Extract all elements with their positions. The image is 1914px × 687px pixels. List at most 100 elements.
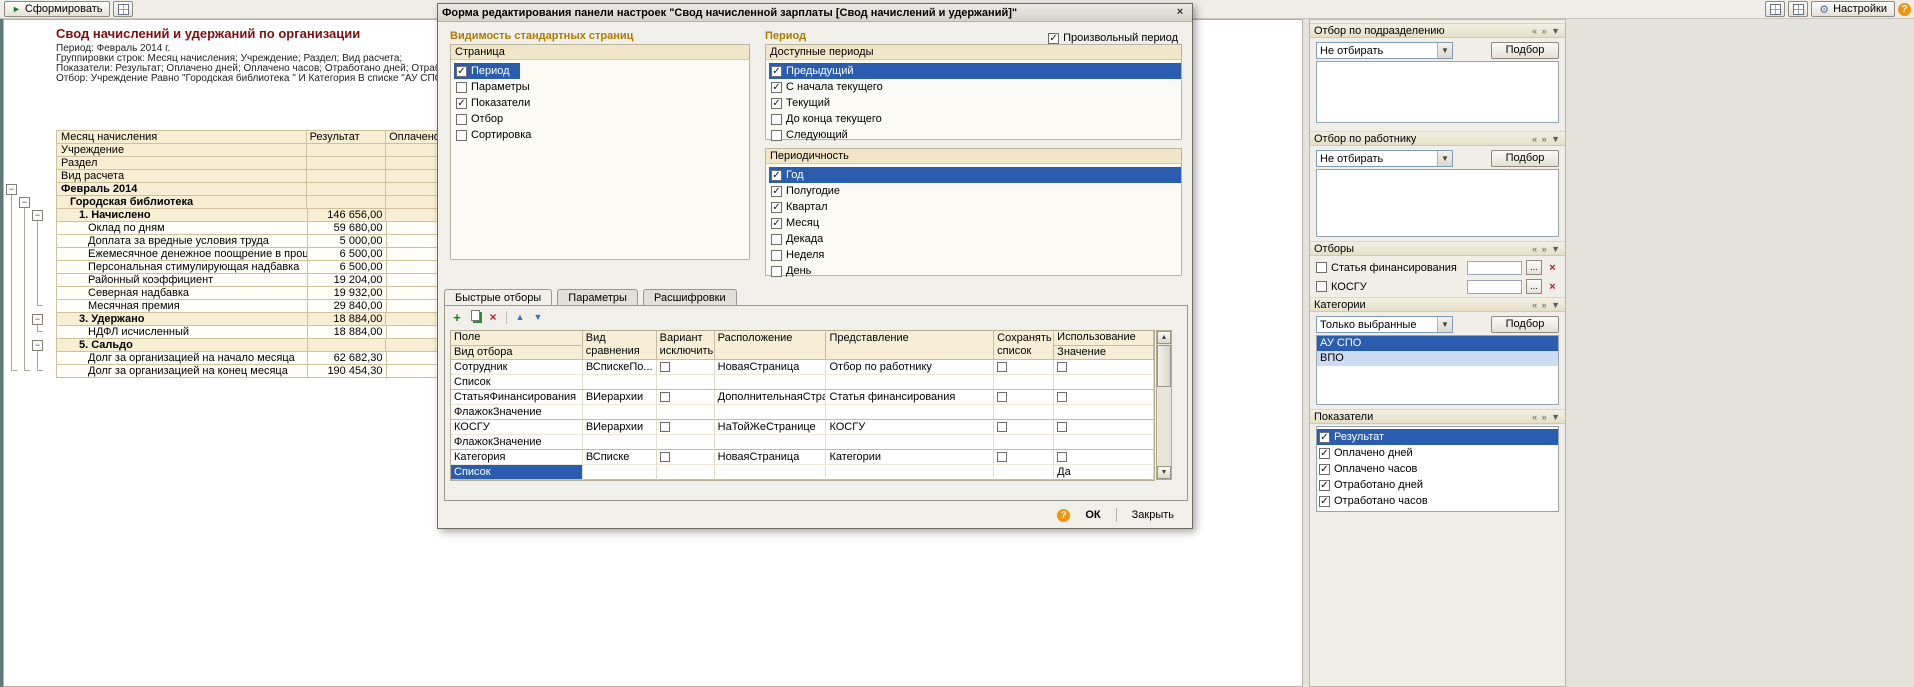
table-view-button[interactable] bbox=[1765, 1, 1785, 17]
checkbox[interactable] bbox=[1057, 422, 1067, 432]
categories-pick-button[interactable]: Подбор bbox=[1491, 316, 1559, 333]
collapse-toggle[interactable]: − bbox=[32, 210, 43, 221]
indicator-item-worked-days[interactable]: ✓ Отработано дней bbox=[1317, 477, 1558, 493]
grid-view-button[interactable] bbox=[1788, 1, 1808, 17]
checkbox[interactable] bbox=[660, 362, 670, 372]
tab-parameters[interactable]: Параметры bbox=[557, 289, 638, 306]
financing-article-field[interactable] bbox=[1467, 261, 1522, 275]
section-controls-icon[interactable]: « » ▼ bbox=[1532, 412, 1561, 422]
ellipsis-button[interactable]: ... bbox=[1526, 260, 1542, 275]
checkbox[interactable] bbox=[456, 114, 467, 125]
table-row[interactable]: Доплата за вредные условия труда 5 000,0… bbox=[57, 235, 439, 248]
table-row[interactable]: Долг за организацией на конец месяца 190… bbox=[57, 365, 439, 378]
page-item-parameters[interactable]: Параметры bbox=[454, 79, 749, 95]
collapse-toggle[interactable]: − bbox=[6, 184, 17, 195]
report-options-button[interactable] bbox=[113, 1, 133, 17]
table-row[interactable]: Ежемесячное денежное поощрение в процент… bbox=[57, 248, 439, 261]
checkbox[interactable] bbox=[660, 452, 670, 462]
checkbox[interactable] bbox=[1316, 281, 1327, 292]
collapse-toggle[interactable]: − bbox=[32, 340, 43, 351]
checkbox[interactable]: ✓ bbox=[1319, 480, 1330, 491]
checkbox[interactable] bbox=[1057, 392, 1067, 402]
filter-row[interactable]: СтатьяФинансирования ВИерархии Дополните… bbox=[451, 390, 1154, 405]
checkbox[interactable]: ✓ bbox=[456, 66, 467, 77]
checkbox[interactable]: ✓ bbox=[1048, 33, 1059, 44]
employee-pick-button[interactable]: Подбор bbox=[1491, 150, 1559, 167]
clear-icon[interactable]: × bbox=[1546, 262, 1559, 274]
checkbox[interactable] bbox=[771, 130, 782, 141]
filter-subrow[interactable]: Список bbox=[451, 375, 1154, 390]
periodicity-item-week[interactable]: Неделя bbox=[769, 247, 1181, 263]
indicator-item-worked-hours[interactable]: ✓ Отработано часов bbox=[1317, 493, 1558, 509]
periodicity-item-quarter[interactable]: ✓ Квартал bbox=[769, 199, 1181, 215]
period-item-next[interactable]: Следующий bbox=[769, 127, 1181, 143]
table-row[interactable]: 5. Сальдо bbox=[57, 339, 439, 352]
list-item[interactable]: ВПО bbox=[1317, 351, 1558, 366]
period-item-to-end[interactable]: До конца текущего bbox=[769, 111, 1181, 127]
checkbox[interactable]: ✓ bbox=[456, 98, 467, 109]
help-icon[interactable]: ? bbox=[1057, 509, 1070, 522]
section-controls-icon[interactable]: « » ▼ bbox=[1532, 26, 1561, 36]
checkbox[interactable]: ✓ bbox=[1319, 432, 1330, 443]
scroll-down-icon[interactable]: ▼ bbox=[1157, 466, 1171, 479]
periodicity-item-month[interactable]: ✓ Месяц bbox=[769, 215, 1181, 231]
table-row[interactable]: Персональная стимулирующая надбавка 6 50… bbox=[57, 261, 439, 274]
table-row[interactable]: Долг за организацией на начало месяца 62… bbox=[57, 352, 439, 365]
checkbox[interactable] bbox=[660, 392, 670, 402]
checkbox[interactable]: ✓ bbox=[771, 66, 782, 77]
generate-button[interactable]: ► Сформировать bbox=[4, 1, 110, 17]
tab-decodings[interactable]: Расшифровки bbox=[643, 289, 737, 306]
scrollbar[interactable]: ▲ ▼ bbox=[1156, 330, 1172, 480]
kosgu-field[interactable] bbox=[1467, 280, 1522, 294]
close-button[interactable]: Закрыть bbox=[1124, 508, 1182, 522]
periodicity-item-day[interactable]: День bbox=[769, 263, 1181, 279]
page-item-sorting[interactable]: Сортировка bbox=[454, 127, 749, 143]
checkbox[interactable] bbox=[997, 422, 1007, 432]
filter-subrow[interactable]: ФлажокЗначение bbox=[451, 435, 1154, 450]
page-item-filter[interactable]: Отбор bbox=[454, 111, 749, 127]
close-icon[interactable]: × bbox=[1172, 6, 1188, 20]
employee-filter-combo[interactable]: Не отбирать ▼ bbox=[1316, 150, 1453, 167]
filter-subrow[interactable]: ФлажокЗначение bbox=[451, 405, 1154, 420]
indicator-item-paid-hours[interactable]: ✓ Оплачено часов bbox=[1317, 461, 1558, 477]
period-item-previous[interactable]: ✓ Предыдущий bbox=[769, 63, 1181, 79]
table-row[interactable]: 1. Начислено 146 656,00 bbox=[57, 209, 439, 222]
section-header[interactable]: Отбор по работнику « » ▼ bbox=[1310, 131, 1565, 146]
department-pick-button[interactable]: Подбор bbox=[1491, 42, 1559, 59]
delete-icon[interactable]: × bbox=[485, 310, 501, 325]
dropdown-arrow-icon[interactable]: ▼ bbox=[1437, 317, 1452, 332]
periodicity-item-year[interactable]: ✓ Год bbox=[769, 167, 1181, 183]
checkbox[interactable]: ✓ bbox=[771, 186, 782, 197]
checkbox[interactable] bbox=[1057, 362, 1067, 372]
checkbox[interactable] bbox=[997, 362, 1007, 372]
checkbox[interactable]: ✓ bbox=[1319, 448, 1330, 459]
list-item[interactable]: АУ СПО bbox=[1317, 336, 1558, 351]
table-row[interactable]: Городская библиотека bbox=[57, 196, 439, 209]
table-row[interactable]: Северная надбавка 19 932,00 bbox=[57, 287, 439, 300]
checkbox[interactable] bbox=[771, 250, 782, 261]
categories-list[interactable]: АУ СПО ВПО bbox=[1316, 335, 1559, 405]
section-controls-icon[interactable]: « » ▼ bbox=[1532, 244, 1561, 254]
filter-row[interactable]: Категория ВСписке НоваяСтраница Категори… bbox=[451, 450, 1154, 465]
indicator-item-result[interactable]: ✓ Результат bbox=[1317, 429, 1558, 445]
section-header[interactable]: Показатели « » ▼ bbox=[1310, 409, 1565, 424]
ok-button[interactable]: ОК bbox=[1077, 508, 1108, 522]
page-item-period[interactable]: ✓ Период bbox=[454, 63, 520, 79]
department-list[interactable] bbox=[1316, 61, 1559, 123]
period-item-from-start[interactable]: ✓ С начала текущего bbox=[769, 79, 1181, 95]
checkbox[interactable] bbox=[456, 130, 467, 141]
checkbox[interactable]: ✓ bbox=[771, 98, 782, 109]
checkbox[interactable] bbox=[660, 422, 670, 432]
dialog-titlebar[interactable]: Форма редактирования панели настроек "Св… bbox=[438, 4, 1192, 22]
table-row[interactable]: Месячная премия 29 840,00 bbox=[57, 300, 439, 313]
checkbox[interactable]: ✓ bbox=[771, 170, 782, 181]
section-header[interactable]: Отборы « » ▼ bbox=[1310, 241, 1565, 256]
page-item-indicators[interactable]: ✓ Показатели bbox=[454, 95, 749, 111]
periodicity-item-halfyear[interactable]: ✓ Полугодие bbox=[769, 183, 1181, 199]
section-header[interactable]: Категории « » ▼ bbox=[1310, 297, 1565, 312]
checkbox[interactable]: ✓ bbox=[771, 82, 782, 93]
categories-combo[interactable]: Только выбранные ▼ bbox=[1316, 316, 1453, 333]
add-icon[interactable]: + bbox=[449, 310, 465, 325]
table-row[interactable]: Районный коэффициент 19 204,00 bbox=[57, 274, 439, 287]
checkbox[interactable] bbox=[771, 114, 782, 125]
